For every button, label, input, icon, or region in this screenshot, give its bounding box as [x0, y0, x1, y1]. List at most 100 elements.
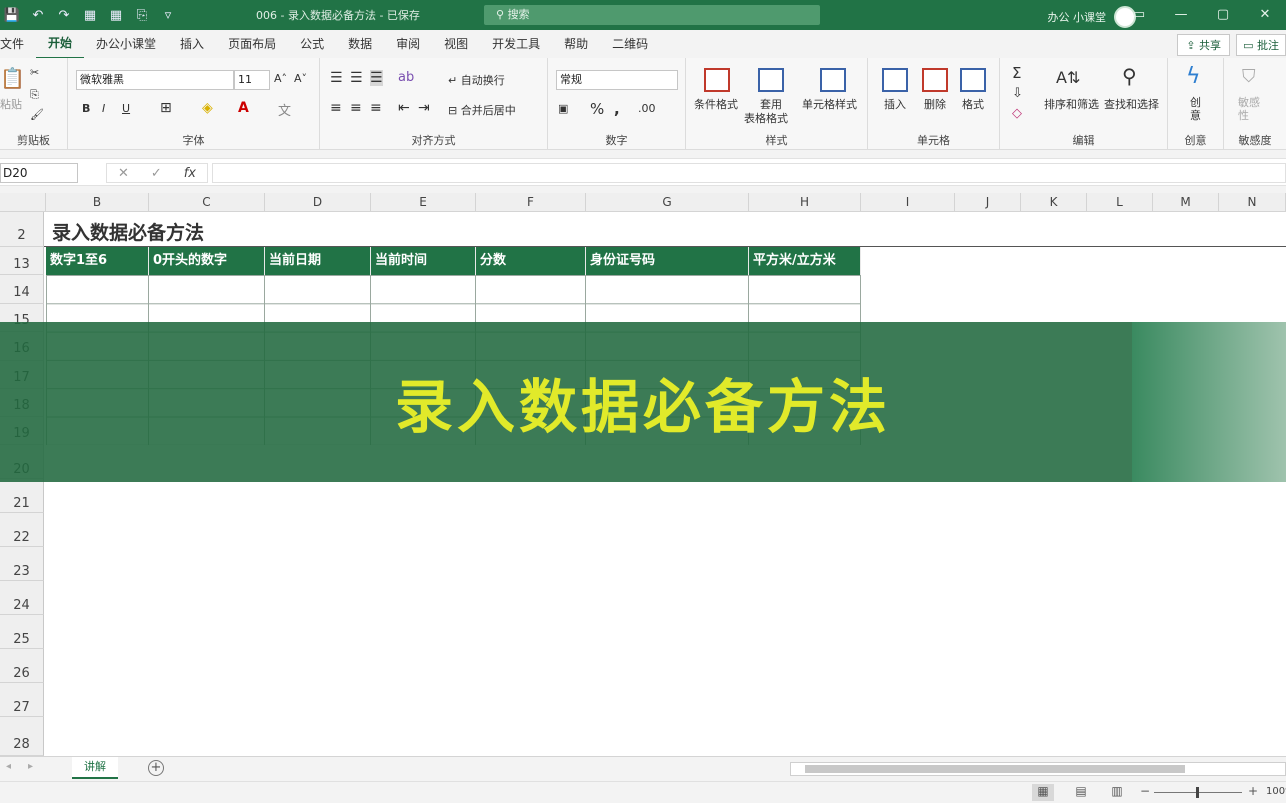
page-layout-icon[interactable]: ▤: [1070, 784, 1092, 801]
column-header[interactable]: G: [586, 193, 749, 212]
align-bottom-icon[interactable]: ☰: [370, 70, 383, 86]
sheet-tab[interactable]: 讲解: [72, 757, 118, 779]
column-header[interactable]: K: [1021, 193, 1087, 212]
customize-icon[interactable]: ▿: [156, 8, 180, 23]
formula-input[interactable]: [212, 163, 1286, 183]
tab-view[interactable]: 视图: [432, 30, 480, 58]
column-header[interactable]: J: [955, 193, 1021, 212]
row-header[interactable]: 14: [0, 275, 44, 304]
row-header[interactable]: 13: [0, 247, 44, 275]
ribbon-display-icon[interactable]: ▭: [1118, 0, 1160, 30]
paste-icon[interactable]: 📋: [0, 66, 25, 90]
orientation-icon[interactable]: ab: [398, 70, 414, 85]
format-table-icon[interactable]: [758, 68, 784, 92]
italic-button[interactable]: I: [102, 102, 105, 115]
function-icon[interactable]: fx: [184, 166, 196, 181]
sort-filter-icon[interactable]: A⇅: [1056, 68, 1080, 87]
align-center-icon[interactable]: ≡: [350, 100, 362, 116]
cancel-icon[interactable]: ✕: [118, 166, 129, 181]
share-button[interactable]: ⇪ 共享: [1177, 34, 1230, 56]
font-size-select[interactable]: 11: [234, 70, 270, 90]
sort-filter-button[interactable]: 排序和筛选: [1044, 96, 1099, 112]
accounting-icon[interactable]: ▣: [558, 102, 568, 115]
creative-button[interactable]: 创意: [1190, 96, 1202, 122]
select-all-corner[interactable]: [0, 193, 46, 212]
align-left-icon[interactable]: ≡: [330, 100, 342, 116]
zoom-out-button[interactable]: −: [1140, 784, 1150, 798]
align-right-icon[interactable]: ≡: [370, 100, 382, 116]
zoom-level[interactable]: 100%: [1266, 786, 1286, 797]
scroll-thumb[interactable]: [805, 765, 1185, 773]
tab-review[interactable]: 审阅: [384, 30, 432, 58]
tab-help[interactable]: 帮助: [552, 30, 600, 58]
column-header[interactable]: C: [149, 193, 265, 212]
minimize-button[interactable]: —: [1160, 0, 1202, 30]
enter-icon[interactable]: ✓: [151, 166, 162, 181]
column-header[interactable]: I: [861, 193, 955, 212]
undo-icon[interactable]: ↶: [26, 8, 50, 23]
zoom-in-button[interactable]: +: [1248, 784, 1258, 798]
percent-icon[interactable]: %: [590, 100, 604, 118]
indent-decrease-icon[interactable]: ⇤: [398, 100, 410, 116]
column-header[interactable]: E: [371, 193, 476, 212]
format-cells-button[interactable]: 格式: [962, 96, 984, 112]
save-icon[interactable]: 💾: [0, 8, 24, 23]
scroll-right-icon[interactable]: ▸: [28, 761, 33, 772]
cut-icon[interactable]: ✂: [30, 66, 39, 79]
font-color-icon[interactable]: A: [238, 100, 249, 116]
bold-button[interactable]: B: [82, 102, 90, 115]
grow-font-button[interactable]: A˄: [274, 72, 287, 85]
sensitivity-icon[interactable]: ⛉: [1242, 66, 1256, 87]
delete-cells-button[interactable]: 删除: [924, 96, 946, 112]
comments-button[interactable]: ▭ 批注: [1236, 34, 1286, 56]
font-name-select[interactable]: 微软雅黑: [76, 70, 234, 90]
tab-office-class[interactable]: 办公小课堂: [84, 30, 168, 58]
insert-cells-icon[interactable]: [882, 68, 908, 92]
tab-data[interactable]: 数据: [336, 30, 384, 58]
row-header[interactable]: 28: [0, 717, 44, 756]
table-icon[interactable]: ▦: [104, 8, 128, 23]
phonetic-icon[interactable]: 文: [278, 100, 291, 119]
border-icon[interactable]: ⊞: [160, 100, 172, 116]
comma-icon[interactable]: ,: [614, 100, 620, 118]
paste-button[interactable]: 粘贴: [0, 96, 22, 112]
sheet-title[interactable]: 录入数据必备方法: [52, 218, 204, 245]
table-header-cell[interactable]: 当前日期: [265, 247, 371, 275]
tab-home[interactable]: 开始: [36, 29, 85, 59]
column-header[interactable]: N: [1219, 193, 1286, 212]
normal-view-icon[interactable]: ▦: [1032, 784, 1054, 801]
scroll-left-icon[interactable]: ◂: [6, 761, 11, 772]
find-select-button[interactable]: 查找和选择: [1104, 96, 1159, 112]
row-header[interactable]: 26: [0, 649, 44, 683]
sensitivity-button[interactable]: 敏感性: [1238, 96, 1268, 122]
name-box[interactable]: D20: [0, 163, 78, 183]
clear-icon[interactable]: ◇: [1012, 106, 1022, 121]
zoom-slider-thumb[interactable]: [1196, 787, 1199, 798]
align-top-icon[interactable]: ☰: [330, 70, 343, 86]
wrap-text-button[interactable]: ↵ 自动换行: [448, 72, 505, 88]
fill-icon[interactable]: ⇩: [1012, 86, 1023, 101]
table-header-cell[interactable]: 数字1至6: [46, 247, 149, 275]
horizontal-scrollbar[interactable]: [790, 762, 1286, 776]
shrink-font-button[interactable]: A˅: [294, 72, 307, 85]
maximize-button[interactable]: ▢: [1202, 0, 1244, 30]
find-icon[interactable]: ⚲: [1122, 64, 1137, 88]
column-header[interactable]: D: [265, 193, 371, 212]
row-header[interactable]: 2: [0, 212, 44, 247]
delete-cells-icon[interactable]: [922, 68, 948, 92]
worksheet-grid[interactable]: 2 13 14 15 16 17 18 19 20 21 22 23 24 25…: [0, 212, 1286, 756]
tab-formulas[interactable]: 公式: [288, 30, 336, 58]
format-painter-icon[interactable]: 🖌: [30, 108, 44, 121]
tab-insert[interactable]: 插入: [168, 30, 216, 58]
insert-cells-button[interactable]: 插入: [884, 96, 906, 112]
format-cells-icon[interactable]: [960, 68, 986, 92]
cell-styles-button[interactable]: 单元格样式: [802, 96, 857, 112]
copy-icon[interactable]: ⎘: [30, 88, 39, 102]
table-header-cell[interactable]: 0开头的数字: [149, 247, 265, 275]
fill-color-icon[interactable]: ◈: [202, 100, 213, 116]
tab-developer[interactable]: 开发工具: [480, 30, 552, 58]
row-header[interactable]: 27: [0, 683, 44, 717]
lightning-icon[interactable]: ϟ: [1186, 64, 1201, 89]
close-button[interactable]: ✕: [1244, 0, 1286, 30]
row-header[interactable]: 22: [0, 513, 44, 547]
